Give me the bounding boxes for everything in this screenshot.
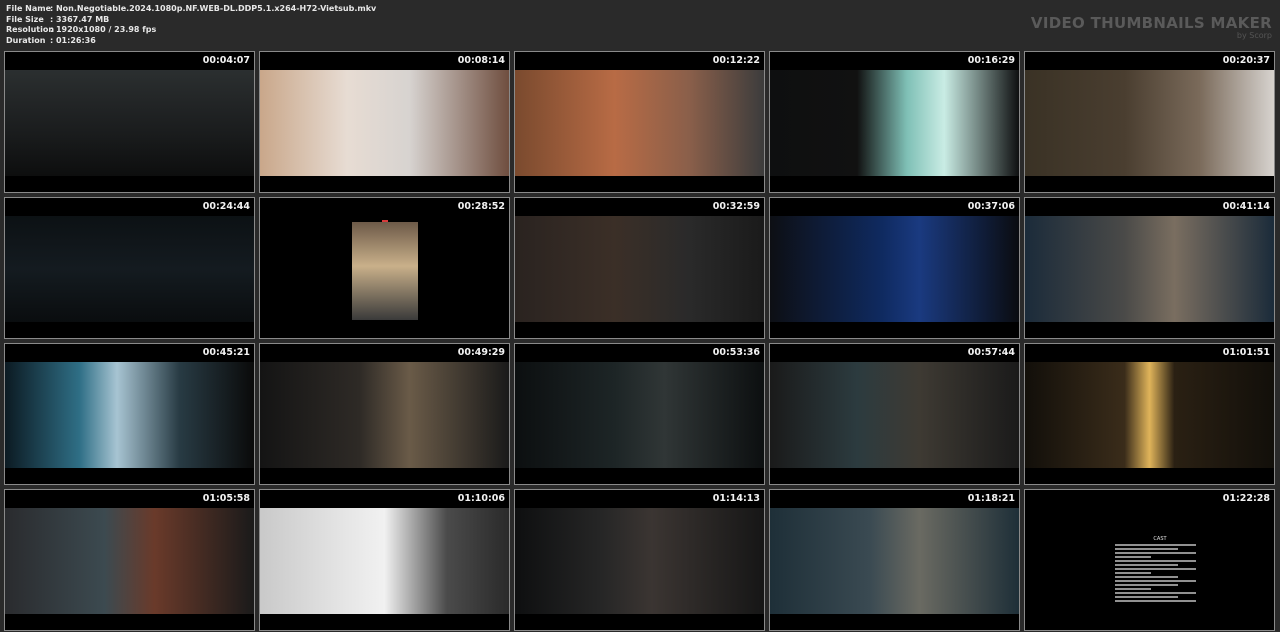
- timestamp: 00:24:44: [202, 201, 250, 212]
- frame-image: [5, 70, 254, 176]
- timestamp: 00:32:59: [712, 201, 760, 212]
- frame-image: [260, 508, 509, 614]
- frame-image: [770, 70, 1019, 176]
- info-row-duration: Duration : 01:26:36: [6, 36, 376, 47]
- thumbnail[interactable]: 01:22:28 CAST: [1024, 489, 1275, 631]
- timestamp: 00:20:37: [1222, 55, 1270, 66]
- info-value: : 3367.47 MB: [50, 14, 110, 24]
- frame-image: [5, 508, 254, 614]
- thumbnail[interactable]: 01:01:51: [1024, 343, 1275, 485]
- frame-image: [770, 362, 1019, 468]
- video-call-screen: [352, 222, 418, 320]
- credit-line: [1115, 596, 1178, 598]
- timestamp: 00:28:52: [457, 201, 505, 212]
- frame-image: [260, 216, 509, 322]
- credit-line: [1115, 584, 1178, 586]
- timestamp: 01:14:13: [712, 493, 760, 504]
- timestamp: 00:41:14: [1222, 201, 1270, 212]
- info-key: Resolution: [6, 25, 55, 34]
- timestamp: 01:01:51: [1222, 347, 1270, 358]
- credit-line: [1115, 556, 1151, 558]
- timestamp: 00:57:44: [967, 347, 1015, 358]
- end-credits: CAST: [1115, 536, 1205, 604]
- credit-line: [1115, 600, 1196, 602]
- info-key: File Size: [6, 14, 44, 24]
- thumbnail[interactable]: 00:20:37: [1024, 51, 1275, 193]
- timestamp: 00:12:22: [712, 55, 760, 66]
- credit-line: [1115, 560, 1196, 562]
- credit-line: [1115, 568, 1196, 570]
- info-value: : 01:26:36: [50, 35, 96, 45]
- timestamp: 01:05:58: [202, 493, 250, 504]
- credit-line: [1115, 580, 1196, 582]
- thumbnail[interactable]: 00:08:14: [259, 51, 510, 193]
- brand-watermark: VIDEO THUMBNAILS MAKER by Scorp: [1031, 14, 1272, 40]
- frame-image: [5, 362, 254, 468]
- brand-title: VIDEO THUMBNAILS MAKER: [1030, 14, 1272, 32]
- thumbnail[interactable]: 01:05:58: [4, 489, 255, 631]
- info-value: : Non.Negotiable.2024.1080p.NF.WEB-DL.DD…: [50, 4, 377, 13]
- timestamp: 01:22:28: [1222, 493, 1270, 504]
- frame-image: [260, 362, 509, 468]
- info-row-resolution: Resolution : 1920x1080 / 23.98 fps: [6, 25, 376, 36]
- frame-image: [770, 508, 1019, 614]
- frame-image: [770, 216, 1019, 322]
- timestamp: 00:53:36: [712, 347, 760, 358]
- credit-line: [1115, 564, 1178, 566]
- thumbnail[interactable]: 00:57:44: [769, 343, 1020, 485]
- thumbnail[interactable]: 00:49:29: [259, 343, 510, 485]
- thumbnail[interactable]: 00:32:59: [514, 197, 765, 339]
- file-info: File Name : Non.Negotiable.2024.1080p.NF…: [6, 4, 376, 46]
- brand-subtitle: by Scorp: [1236, 31, 1272, 40]
- timestamp: 00:37:06: [967, 201, 1015, 212]
- frame-image: [1025, 362, 1274, 468]
- thumbnail[interactable]: 00:16:29: [769, 51, 1020, 193]
- credit-line: [1115, 548, 1178, 550]
- credit-line: [1115, 576, 1178, 578]
- credit-line: [1115, 544, 1196, 546]
- frame-image: CAST: [1025, 508, 1274, 614]
- credit-line: [1115, 572, 1151, 574]
- thumbnail[interactable]: 00:41:14: [1024, 197, 1275, 339]
- timestamp: 01:10:06: [457, 493, 505, 504]
- info-key: File Name: [6, 4, 52, 13]
- frame-image: [260, 70, 509, 176]
- frame-image: [1025, 70, 1274, 176]
- credit-line: [1115, 588, 1151, 590]
- frame-image: [5, 216, 254, 322]
- frame-image: [515, 508, 764, 614]
- credits-title: CAST: [1153, 536, 1167, 542]
- thumbnail[interactable]: 00:04:07: [4, 51, 255, 193]
- timestamp: 00:08:14: [457, 55, 505, 66]
- thumbnail-grid: 00:04:07 00:08:14 00:12:22 00:16:29 00:2…: [4, 51, 1275, 631]
- info-row-file-size: File Size : 3367.47 MB: [6, 15, 376, 26]
- frame-image: [1025, 216, 1274, 322]
- timestamp: 00:04:07: [202, 55, 250, 66]
- info-key: Duration: [6, 35, 46, 45]
- thumbnail[interactable]: 01:10:06: [259, 489, 510, 631]
- thumbnail[interactable]: 00:45:21: [4, 343, 255, 485]
- frame-image: [515, 216, 764, 322]
- frame-image: [515, 70, 764, 176]
- info-value: : 1920x1080 / 23.98 fps: [50, 25, 157, 34]
- credit-line: [1115, 592, 1196, 594]
- timestamp: 00:45:21: [202, 347, 250, 358]
- header: File Name : Non.Negotiable.2024.1080p.NF…: [0, 0, 1280, 50]
- thumbnail[interactable]: 00:28:52: [259, 197, 510, 339]
- info-row-file-name: File Name : Non.Negotiable.2024.1080p.NF…: [6, 4, 376, 15]
- thumbnail[interactable]: 01:14:13: [514, 489, 765, 631]
- timestamp: 00:16:29: [967, 55, 1015, 66]
- thumbnail[interactable]: 00:24:44: [4, 197, 255, 339]
- credit-line: [1115, 552, 1196, 554]
- thumbnail[interactable]: 00:53:36: [514, 343, 765, 485]
- thumbnail[interactable]: 00:37:06: [769, 197, 1020, 339]
- timestamp: 01:18:21: [967, 493, 1015, 504]
- thumbnail[interactable]: 00:12:22: [514, 51, 765, 193]
- frame-image: [515, 362, 764, 468]
- timestamp: 00:49:29: [457, 347, 505, 358]
- thumbnail[interactable]: 01:18:21: [769, 489, 1020, 631]
